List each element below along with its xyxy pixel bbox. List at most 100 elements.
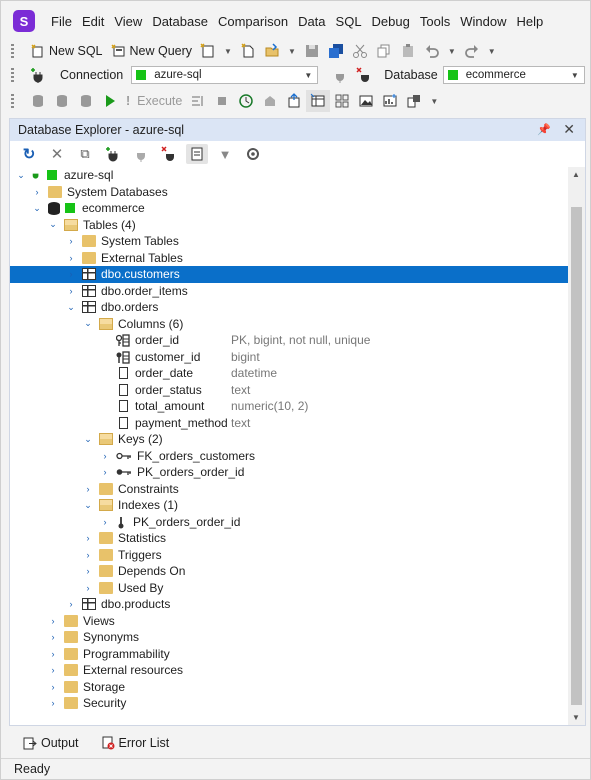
tree-node-programmability[interactable]: › Programmability	[10, 646, 568, 663]
export-button[interactable]	[282, 90, 306, 112]
scroll-down-icon[interactable]: ▼	[572, 713, 580, 722]
chevron-down-icon[interactable]: ▼	[426, 97, 442, 106]
pivot-button[interactable]	[330, 90, 354, 112]
database-select[interactable]: ecommerce ▼	[442, 66, 585, 84]
menu-comparison[interactable]: Comparison	[213, 14, 293, 29]
tree-node-column-customer-id[interactable]: customer_id bigint	[10, 349, 568, 366]
delete-icon[interactable]: ✕	[46, 144, 68, 164]
grid-view-button[interactable]	[306, 90, 331, 112]
tree-node-index-pk-orders-order-id[interactable]: › PK_orders_order_id	[10, 514, 568, 531]
chevron-right-icon[interactable]: ›	[66, 286, 76, 296]
tree-node-dbo-order-items[interactable]: › dbo.order_items	[10, 283, 568, 300]
tree-node-pk-orders-order-id[interactable]: › PK_orders_order_id	[10, 464, 568, 481]
close-icon[interactable]: ✕	[563, 121, 575, 138]
tree-node-system-tables[interactable]: › System Tables	[10, 233, 568, 250]
tree-node-external-resources[interactable]: › External resources	[10, 662, 568, 679]
pin-icon[interactable]: 📌	[537, 123, 551, 136]
connect-icon[interactable]	[130, 144, 152, 164]
save-button[interactable]	[300, 40, 324, 62]
chevron-right-icon[interactable]: ›	[83, 484, 93, 494]
chevron-right-icon[interactable]: ›	[48, 632, 58, 642]
chevron-right-icon[interactable]: ›	[100, 467, 110, 477]
chevron-down-icon[interactable]: ⌄	[83, 500, 93, 511]
chevron-right-icon[interactable]: ›	[66, 269, 76, 279]
chevron-down-icon[interactable]: ⌄	[83, 434, 93, 445]
scroll-up-icon[interactable]: ▲	[572, 170, 580, 179]
connection-select[interactable]: azure-sql ▼	[131, 66, 319, 84]
refresh-icon[interactable]: ↻	[18, 144, 40, 164]
menu-database[interactable]: Database	[147, 14, 213, 29]
tree-node-tables[interactable]: ⌄ Tables (4)	[10, 217, 568, 234]
new-query-button[interactable]: New Query	[107, 40, 197, 62]
menu-window[interactable]: Window	[455, 14, 511, 29]
chevron-right-icon[interactable]: ›	[32, 187, 42, 197]
new-document-button[interactable]	[196, 40, 220, 62]
tree-node-column-order-status[interactable]: order_status text	[10, 382, 568, 399]
settings-icon[interactable]	[242, 144, 264, 164]
disconnect-icon[interactable]	[158, 144, 180, 164]
chevron-right-icon[interactable]: ›	[83, 566, 93, 576]
open-button[interactable]	[260, 40, 284, 62]
menu-file[interactable]: File	[46, 14, 77, 29]
chevron-down-icon[interactable]: ⌄	[83, 318, 93, 329]
chevron-right-icon[interactable]: ›	[66, 236, 76, 246]
chevron-down-icon[interactable]: ⌄	[48, 219, 58, 230]
chevron-right-icon[interactable]: ›	[83, 550, 93, 560]
chevron-down-icon[interactable]: ▼	[220, 47, 236, 56]
new-connection-button[interactable]	[26, 64, 50, 86]
chevron-right-icon[interactable]: ›	[100, 451, 110, 461]
disconnect-button[interactable]	[352, 64, 376, 86]
duplicate-icon[interactable]: ⧉	[74, 144, 96, 164]
tree-node-fk-orders-customers[interactable]: › FK_orders_customers	[10, 448, 568, 465]
tree-node-columns[interactable]: ⌄ Columns (6)	[10, 316, 568, 333]
chevron-right-icon[interactable]: ›	[66, 599, 76, 609]
db-action-1-button[interactable]	[26, 90, 50, 112]
run-button[interactable]	[98, 90, 122, 112]
tree-node-column-order-id[interactable]: order_id PK, bigint, not null, unique	[10, 332, 568, 349]
tree-node-ecommerce[interactable]: ⌄ ecommerce	[10, 200, 568, 217]
toolbar-grip[interactable]	[11, 44, 14, 58]
chevron-down-icon[interactable]: ⌄	[66, 302, 76, 313]
tree-node-synonyms[interactable]: › Synonyms	[10, 629, 568, 646]
toolbar-grip[interactable]	[11, 94, 14, 108]
chart-view-button[interactable]	[378, 90, 402, 112]
new-sql-button[interactable]: New SQL	[26, 40, 107, 62]
execute-step-button[interactable]	[186, 90, 210, 112]
db-action-2-button[interactable]	[50, 90, 74, 112]
stop-button[interactable]	[210, 90, 234, 112]
chevron-right-icon[interactable]: ›	[48, 698, 58, 708]
connect-button[interactable]	[328, 64, 352, 86]
history-button[interactable]	[234, 90, 258, 112]
toolbar-grip[interactable]	[11, 68, 14, 82]
menu-view[interactable]: View	[109, 14, 147, 29]
chevron-right-icon[interactable]: ›	[100, 517, 110, 527]
menu-debug[interactable]: Debug	[367, 14, 415, 29]
cut-button[interactable]	[348, 40, 372, 62]
chevron-down-icon[interactable]: ▼	[284, 47, 300, 56]
undo-button[interactable]	[420, 40, 444, 62]
tree-node-depends-on[interactable]: › Depends On	[10, 563, 568, 580]
tree-node-views[interactable]: › Views	[10, 613, 568, 630]
new-connection-icon[interactable]	[102, 144, 124, 164]
chevron-right-icon[interactable]: ›	[83, 583, 93, 593]
chevron-right-icon[interactable]: ›	[48, 649, 58, 659]
copy-button[interactable]	[372, 40, 396, 62]
tree-node-external-tables[interactable]: › External Tables	[10, 250, 568, 267]
tree-node-statistics[interactable]: › Statistics	[10, 530, 568, 547]
tree-node-indexes[interactable]: ⌄ Indexes (1)	[10, 497, 568, 514]
filter-icon[interactable]: ▼	[214, 144, 236, 164]
tab-output[interactable]: Output	[23, 736, 79, 750]
tree-node-column-order-date[interactable]: order_date datetime	[10, 365, 568, 382]
chevron-right-icon[interactable]: ›	[48, 616, 58, 626]
more-tools-button[interactable]	[402, 90, 426, 112]
redo-button[interactable]	[460, 40, 484, 62]
tree-node-dbo-products[interactable]: › dbo.products	[10, 596, 568, 613]
show-details-icon[interactable]	[186, 144, 208, 164]
tree-node-dbo-orders[interactable]: ⌄ dbo.orders	[10, 299, 568, 316]
menu-help[interactable]: Help	[511, 14, 548, 29]
db-action-3-button[interactable]	[74, 90, 98, 112]
image-view-button[interactable]	[354, 90, 378, 112]
menu-sql[interactable]: SQL	[331, 14, 367, 29]
tree-node-constraints[interactable]: › Constraints	[10, 481, 568, 498]
chevron-right-icon[interactable]: ›	[83, 533, 93, 543]
